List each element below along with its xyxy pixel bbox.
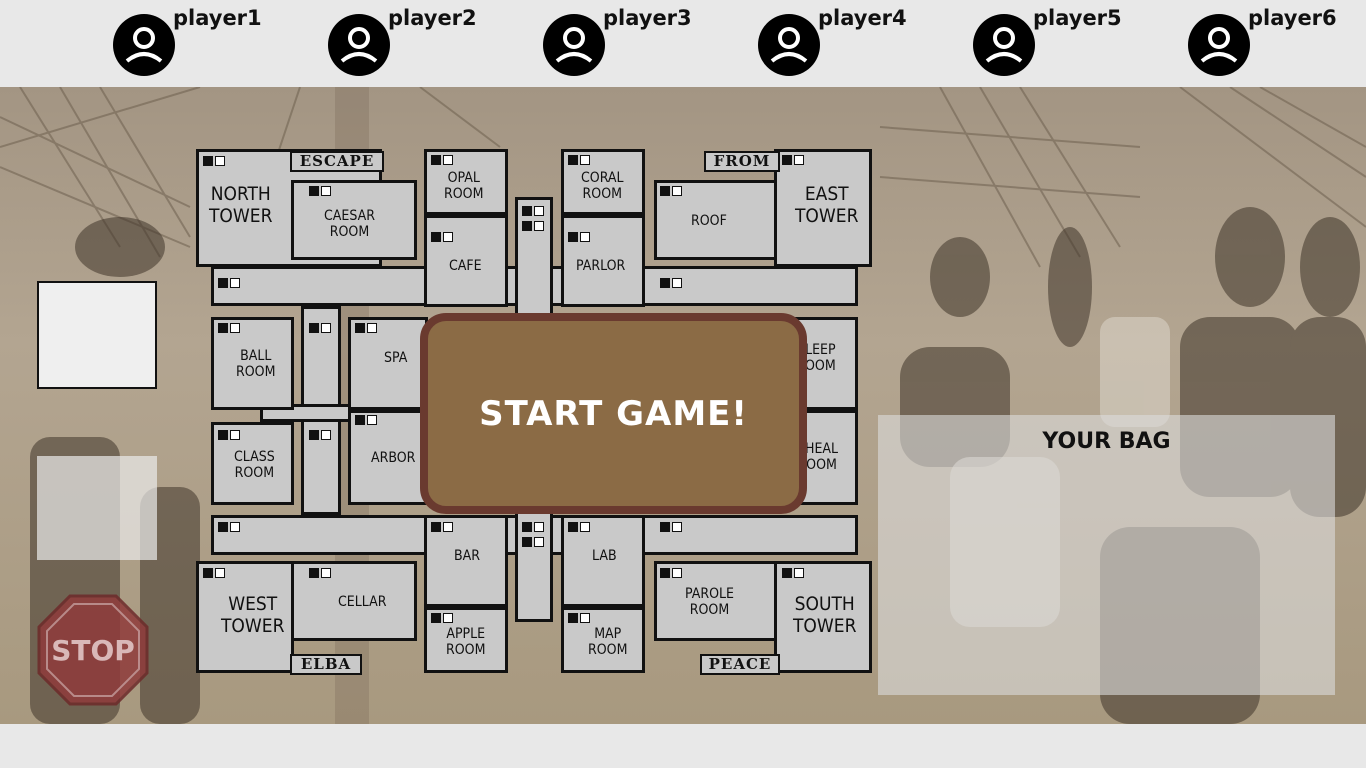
banner-peace: PEACE <box>700 654 780 675</box>
start-game-label: START GAME! <box>479 393 748 434</box>
dice-icon <box>431 155 453 165</box>
room-label: BAR <box>454 548 481 564</box>
player-name: player4 <box>818 6 907 30</box>
room-label: LEEP OOM <box>805 342 836 375</box>
banner-elba: ELBA <box>290 654 362 675</box>
start-game-button[interactable]: START GAME! <box>420 313 807 514</box>
room-label: CAESAR ROOM <box>324 208 375 241</box>
dice-icon <box>309 568 331 578</box>
dice-icon <box>522 537 544 547</box>
bag-panel: YOUR BAG <box>878 415 1335 695</box>
player-name: player5 <box>1033 6 1122 30</box>
dice-icon <box>660 278 682 288</box>
stop-button[interactable]: STOP <box>37 594 149 706</box>
room-cafe[interactable]: CAFE <box>424 215 508 307</box>
dice-icon <box>782 568 804 578</box>
dice-icon <box>522 206 544 216</box>
player-name: player1 <box>173 6 262 30</box>
user-avatar-icon <box>973 14 1035 76</box>
dice-icon <box>568 522 590 532</box>
bag-title: YOUR BAG <box>1042 429 1171 454</box>
room-label: MAP ROOM <box>588 626 628 659</box>
dice-icon <box>660 568 682 578</box>
player-slot-5[interactable]: player5 <box>973 0 1188 87</box>
player-slot-1[interactable]: player1 <box>113 0 328 87</box>
card-slot[interactable] <box>37 281 157 389</box>
dice-icon <box>203 568 225 578</box>
user-avatar-icon <box>758 14 820 76</box>
banner-from: FROM <box>704 151 780 172</box>
room-label: OPAL ROOM <box>444 170 484 203</box>
dice-icon <box>218 522 240 532</box>
user-avatar-icon <box>113 14 175 76</box>
dice-icon <box>203 156 225 166</box>
room-label: ROOF <box>691 213 727 229</box>
dice-icon <box>568 155 590 165</box>
room-label: BALL ROOM <box>236 348 276 381</box>
banner-escape: ESCAPE <box>290 151 384 172</box>
dice-icon <box>660 186 682 196</box>
card-slot-faded <box>37 456 157 560</box>
dice-icon <box>522 522 544 532</box>
dice-icon <box>218 430 240 440</box>
player-name: player3 <box>603 6 692 30</box>
room-label: SOUTH TOWER <box>793 593 857 637</box>
room-label: APPLE ROOM <box>446 626 486 659</box>
room-parlor[interactable]: PARLOR <box>561 215 645 307</box>
dice-icon <box>355 323 377 333</box>
user-avatar-icon <box>328 14 390 76</box>
room-east-tower[interactable]: EAST TOWER <box>774 149 872 267</box>
room-label: CELLAR <box>338 594 387 610</box>
dice-icon <box>660 522 682 532</box>
room-label: PARLOR <box>576 258 626 274</box>
room-label: NORTH TOWER <box>209 183 273 227</box>
player-slot-3[interactable]: player3 <box>543 0 758 87</box>
dice-icon <box>568 613 590 623</box>
dice-icon <box>218 278 240 288</box>
user-avatar-icon <box>1188 14 1250 76</box>
dice-icon <box>782 155 804 165</box>
bottom-bar <box>0 724 1366 768</box>
dice-icon <box>522 221 544 231</box>
room-label: EAST TOWER <box>795 183 859 227</box>
dice-icon <box>431 613 453 623</box>
dice-icon <box>355 415 377 425</box>
dice-icon <box>309 186 331 196</box>
room-label: CLASS ROOM <box>234 449 275 482</box>
stop-label: STOP <box>51 634 135 667</box>
user-avatar-icon <box>543 14 605 76</box>
room-label: LAB <box>592 548 617 564</box>
dice-icon <box>431 522 453 532</box>
player-slot-4[interactable]: player4 <box>758 0 973 87</box>
room-label: HEAL OOM <box>805 441 839 474</box>
room-label: CORAL ROOM <box>581 170 624 203</box>
dice-icon <box>309 323 331 333</box>
dice-icon <box>568 232 590 242</box>
dice-icon <box>309 430 331 440</box>
room-label: PAROLE ROOM <box>685 586 734 619</box>
dice-icon <box>218 323 240 333</box>
room-label: WEST TOWER <box>221 593 285 637</box>
player-slot-6[interactable]: player6 <box>1188 0 1366 87</box>
player-name: player6 <box>1248 6 1337 30</box>
player-name: player2 <box>388 6 477 30</box>
player-bar: player1 player2 player3 player4 player5 … <box>0 0 1366 87</box>
room-label: CAFE <box>449 258 482 274</box>
room-label: SPA <box>384 350 408 366</box>
dice-icon <box>431 232 453 242</box>
room-label: ARBOR <box>371 450 416 466</box>
player-slot-2[interactable]: player2 <box>328 0 543 87</box>
